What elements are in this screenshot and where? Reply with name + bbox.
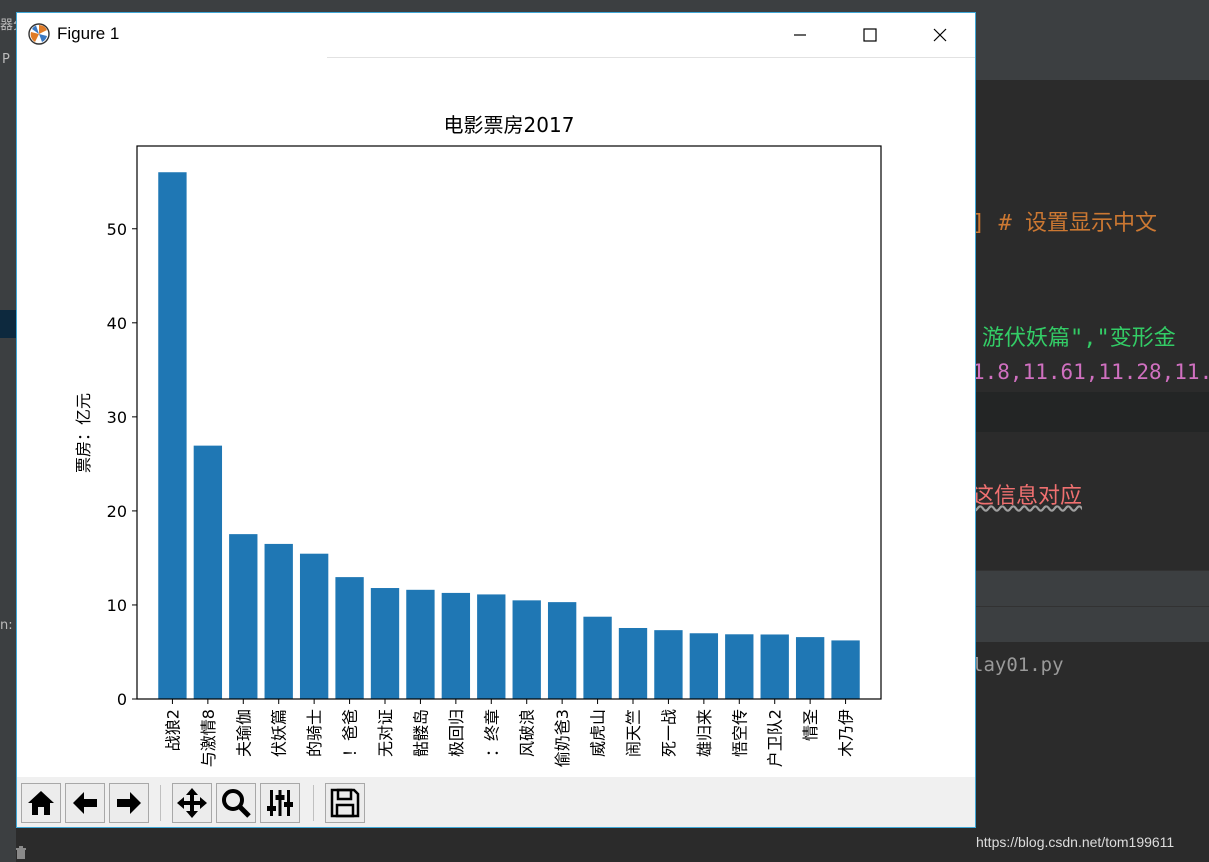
navigation-toolbar	[17, 777, 975, 827]
chart-title: 电影票房2017	[444, 113, 575, 137]
bar-13	[618, 627, 648, 699]
bar-6	[370, 588, 400, 699]
x-tick-label-8: 极回归	[447, 709, 466, 757]
bar-16	[725, 634, 754, 699]
trash-icon[interactable]	[14, 846, 28, 860]
x-tick-label-19: 木乃伊	[837, 709, 856, 757]
pan-button[interactable]	[172, 783, 212, 823]
bar-8	[441, 592, 471, 699]
y-axis-label: 票房：亿元	[74, 393, 93, 473]
x-tick-label-6: 无对证	[376, 709, 395, 757]
x-tick-label-3: 伏妖篇	[270, 709, 289, 757]
save-icon	[330, 788, 360, 818]
bar-15	[689, 633, 719, 699]
bars-group	[158, 172, 860, 700]
configure-subplots-button[interactable]	[260, 783, 300, 823]
y-tick-label-5: 50	[107, 220, 127, 239]
y-tick-label-3: 30	[107, 408, 127, 427]
bar-19	[831, 640, 860, 699]
x-tick-label-17: 户卫队2	[766, 709, 785, 767]
bar-chart[interactable]: 电影票房2017 票房：亿元 0 10 20 30 40 50 战狼2 与激情8 夫瑜伽 伏妖篇…	[17, 58, 975, 777]
y-tick-label-4: 40	[107, 314, 127, 333]
ide-side-selection	[0, 310, 16, 338]
zoom-icon	[222, 789, 251, 818]
x-tick-label-15: 雄归来	[695, 709, 714, 757]
matplotlib-icon	[28, 23, 50, 45]
window-title: Figure 1	[57, 24, 120, 43]
forward-button[interactable]	[109, 783, 149, 823]
bar-2	[229, 534, 258, 699]
bar-1	[193, 445, 223, 699]
ide-tab-bar	[976, 40, 1209, 80]
x-tick-label-14: 死一战	[659, 709, 678, 757]
bar-4	[299, 553, 329, 699]
y-ticks-group: 0 10 20 30 40 50	[107, 220, 137, 709]
x-tick-label-10: 风破浪	[518, 709, 537, 757]
x-tick-label-0: 战狼2	[163, 709, 182, 751]
code-line-4: 这信息对应	[972, 484, 1083, 509]
pan-icon	[177, 788, 207, 818]
toolbar-separator	[160, 785, 161, 821]
y-tick-label-2: 20	[107, 502, 127, 521]
x-tick-label-5: ！爸爸	[341, 709, 360, 757]
code-line-2: 游伏妖篇","变形金	[982, 326, 1176, 351]
y-tick-label-1: 10	[107, 596, 127, 615]
x-tick-label-12: 威虎山	[589, 709, 608, 757]
back-icon	[73, 792, 97, 814]
x-tick-label-9: ：终章	[482, 709, 501, 757]
home-icon	[28, 791, 54, 815]
bar-17	[760, 634, 789, 699]
bar-10	[512, 600, 541, 699]
ide-panel-bar	[976, 570, 1209, 607]
watermark: https://blog.csdn.net/tom199611	[976, 834, 1175, 850]
ide-side-letter: P	[2, 52, 10, 67]
maximize-button[interactable]	[835, 13, 905, 57]
code-line-3: 1.8,11.61,11.28,11.	[972, 360, 1209, 384]
ide-panel-bar-2	[976, 606, 1209, 643]
save-button[interactable]	[325, 783, 365, 823]
x-tick-label-13: 闹天竺	[624, 709, 643, 757]
home-button[interactable]	[21, 783, 61, 823]
configure-subplots-icon	[267, 790, 293, 816]
back-button[interactable]	[65, 783, 105, 823]
y-tick-label-0: 0	[117, 690, 127, 709]
close-icon	[933, 28, 947, 42]
figure-window: Figure 1 电影票房2017 票房：亿元 0 10 20 30 40 50 战狼2 与…	[16, 12, 976, 828]
bar-12	[583, 616, 612, 699]
ide-side-colon: n:	[0, 618, 13, 633]
x-tick-label-18: 情圣	[801, 709, 820, 741]
ide-dark-bar	[976, 392, 1209, 432]
code-line-5: lay01.py	[972, 654, 1064, 676]
x-tick-label-4: 的骑士	[305, 709, 324, 757]
x-tick-label-2: 夫瑜伽	[234, 709, 253, 757]
code-line-1: ] # 设置显示中文	[972, 211, 1157, 236]
maximize-icon	[863, 28, 877, 42]
title-bar[interactable]: Figure 1	[17, 13, 975, 57]
x-tick-label-11: 偷奶爸3	[553, 709, 572, 767]
bar-9	[477, 594, 506, 699]
bar-5	[335, 577, 364, 699]
bar-0	[158, 172, 187, 700]
bar-11	[547, 602, 577, 699]
bar-14	[654, 630, 683, 699]
bar-7	[406, 589, 435, 699]
bar-3	[264, 543, 293, 699]
x-ticks-group: 战狼2 与激情8 夫瑜伽 伏妖篇 的骑士 ！爸爸 无对证 骷髅岛 极回归 ：终章 风破浪 偷奶爸3 威虎…	[163, 699, 856, 767]
x-tick-label-16: 悟空传	[730, 709, 749, 757]
x-tick-label-1: 与激情8	[199, 709, 218, 767]
minimize-button[interactable]	[765, 13, 835, 57]
bar-18	[795, 637, 825, 699]
minimize-icon	[794, 34, 806, 36]
ide-side-panel	[0, 40, 16, 862]
toolbar-separator	[313, 785, 314, 821]
forward-icon	[117, 792, 141, 814]
zoom-button[interactable]	[216, 783, 256, 823]
close-button[interactable]	[905, 13, 975, 57]
x-tick-label-7: 骷髅岛	[411, 709, 430, 757]
